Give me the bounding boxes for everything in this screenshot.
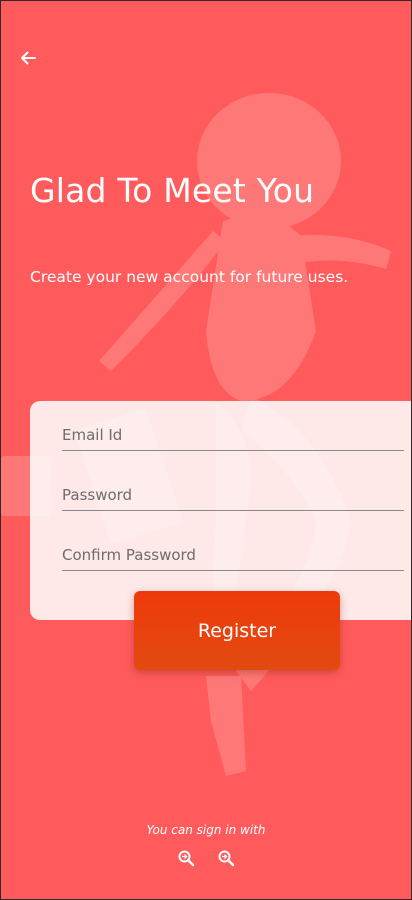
register-button[interactable]: Register [134, 591, 340, 670]
social-signin-button-2[interactable] [217, 849, 235, 867]
register-screen: Glad To Meet You Create your new account… [1, 1, 411, 899]
page-title: Glad To Meet You [30, 171, 315, 210]
email-field[interactable] [62, 420, 404, 450]
page-subtitle: Create your new account for future uses. [30, 268, 349, 286]
social-signin-button-1[interactable] [177, 849, 195, 867]
back-button[interactable] [15, 45, 41, 71]
signin-with-text: You can sign in with [146, 823, 266, 837]
google-search-icon [178, 850, 195, 867]
facebook-search-icon [218, 850, 235, 867]
confirm-password-field[interactable] [62, 540, 404, 570]
register-form [30, 401, 411, 620]
arrow-left-icon [21, 51, 36, 65]
email-field-wrapper [62, 420, 404, 451]
social-signin-row [1, 849, 411, 867]
password-field[interactable] [62, 480, 404, 510]
password-field-wrapper [62, 480, 404, 511]
confirm-password-field-wrapper [62, 540, 404, 571]
